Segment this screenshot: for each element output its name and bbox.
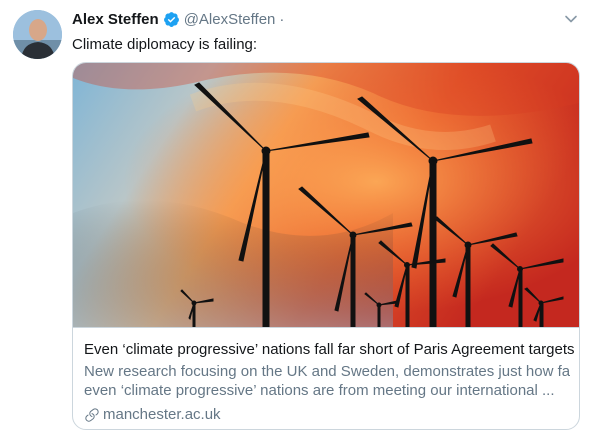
- link-card[interactable]: Even ‘climate progressive’ nations fall …: [72, 62, 580, 430]
- avatar[interactable]: [13, 10, 62, 59]
- author-name[interactable]: Alex Steffen: [72, 11, 159, 28]
- card-description: New research focusing on the UK and Swed…: [84, 362, 570, 400]
- card-description-line: even ‘climate progressive’ nations are f…: [84, 382, 555, 399]
- separator-dot: ·: [279, 10, 285, 28]
- card-domain-text[interactable]: manchester.ac.uk: [103, 406, 221, 423]
- card-image[interactable]: [73, 63, 579, 327]
- verified-badge-icon: [163, 11, 180, 28]
- tweet-header: Alex Steffen @AlexSteffen ·: [72, 9, 288, 29]
- link-icon: [85, 407, 99, 422]
- chevron-down-icon[interactable]: [564, 12, 578, 26]
- card-body[interactable]: Even ‘climate progressive’ nations fall …: [73, 327, 579, 429]
- author-handle[interactable]: @AlexSteffen: [184, 11, 276, 28]
- card-domain[interactable]: manchester.ac.uk: [84, 406, 221, 423]
- card-description-line: New research focusing on the UK and Swed…: [84, 363, 570, 380]
- card-title[interactable]: Even ‘climate progressive’ nations fall …: [84, 341, 575, 358]
- tweet-text: Climate diplomacy is failing:: [72, 36, 258, 53]
